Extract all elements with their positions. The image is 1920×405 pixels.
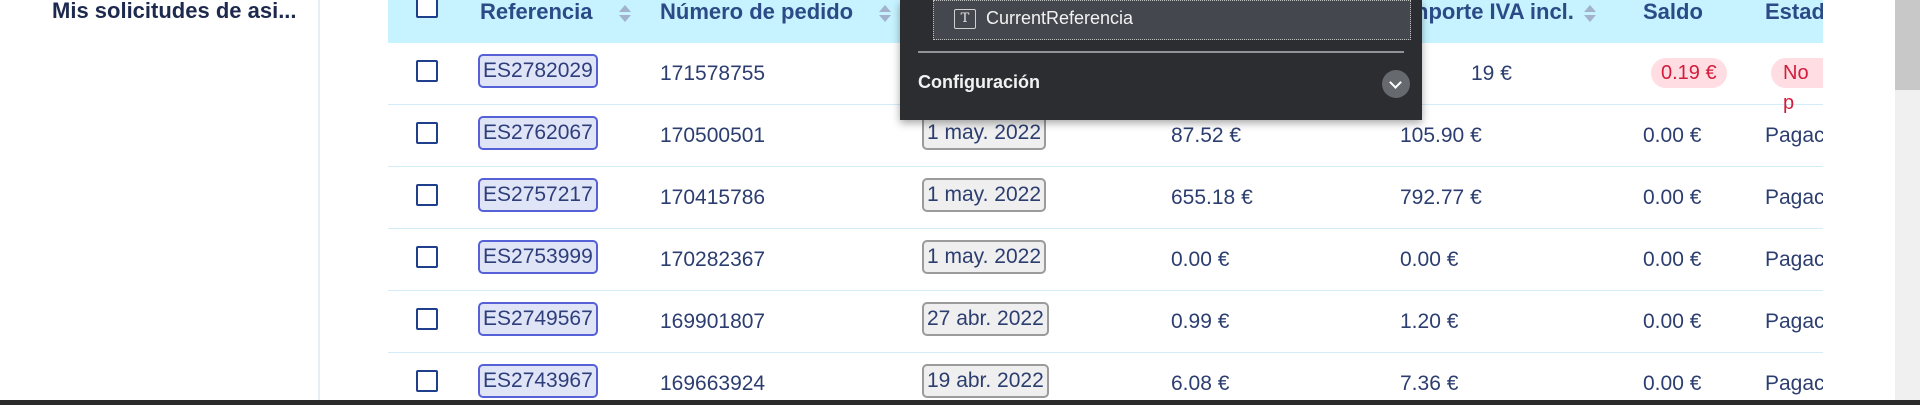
scrollbar-thumb[interactable] — [1895, 0, 1920, 90]
bottom-edge — [0, 400, 1920, 405]
date-chip: 27 abr. 2022 — [922, 302, 1049, 336]
my-requests-link[interactable]: Mis solicitudes de asi... — [52, 0, 297, 24]
header-status[interactable]: Estad — [1765, 0, 1823, 43]
amount-vat: 0.00 € — [1400, 248, 1459, 271]
reference-link[interactable]: ES2743967 — [478, 364, 598, 398]
table-row[interactable]: ES2757217 170415786 1 may. 2022 655.18 €… — [388, 167, 1823, 229]
date-chip: 1 may. 2022 — [922, 116, 1047, 150]
order-number: 170415786 — [660, 186, 766, 209]
order-number: 169663924 — [660, 372, 766, 395]
table-row[interactable]: ES2743967 169663924 19 abr. 2022 6.08 € … — [388, 353, 1823, 400]
amount-vat: 1.20 € — [1400, 310, 1459, 333]
status-badge: No p — [1771, 58, 1823, 114]
balance: 0.00 € — [1643, 248, 1702, 271]
row-checkbox[interactable] — [416, 184, 438, 206]
date-chip: 1 may. 2022 — [922, 240, 1047, 274]
header-balance[interactable]: Saldo — [1643, 0, 1703, 43]
order-number: 170282367 — [660, 248, 766, 271]
amount: 655.18 € — [1171, 186, 1253, 209]
status-text: Pagac — [1765, 248, 1823, 271]
table-row[interactable]: ES2753999 170282367 1 may. 2022 0.00 € 0… — [388, 229, 1823, 291]
right-rail — [1823, 0, 1895, 400]
amount: 6.08 € — [1171, 372, 1230, 395]
left-panel: Mis solicitudes de asi... — [0, 0, 320, 400]
balance: 0.00 € — [1643, 372, 1702, 395]
chevron-down-icon[interactable] — [1382, 70, 1410, 98]
date-chip: 1 may. 2022 — [922, 178, 1047, 212]
gutter — [322, 0, 388, 400]
current-reference-field[interactable]: T CurrentReferencia — [933, 0, 1411, 40]
reference-link[interactable]: ES2757217 — [478, 178, 598, 212]
balance: 0.00 € — [1643, 186, 1702, 209]
status-text: Pagac — [1765, 372, 1823, 395]
balance-badge: 0.19 € — [1651, 58, 1727, 88]
balance: 0.00 € — [1643, 124, 1702, 147]
header-order-number[interactable]: Número de pedido — [660, 0, 892, 43]
row-checkbox[interactable] — [416, 246, 438, 268]
select-all-checkbox[interactable] — [416, 0, 438, 18]
header-reference[interactable]: Referencia — [480, 0, 631, 43]
field-popup: T CurrentReferencia Configuración — [900, 0, 1422, 120]
amount-vat: 7.36 € — [1400, 372, 1459, 395]
row-checkbox[interactable] — [416, 370, 438, 392]
reference-link[interactable]: ES2782029 — [478, 54, 598, 88]
sort-icon[interactable] — [618, 3, 631, 23]
text-field-icon: T — [954, 9, 976, 29]
amount: 0.99 € — [1171, 310, 1230, 333]
sort-icon[interactable] — [1583, 3, 1596, 23]
row-checkbox[interactable] — [416, 60, 438, 82]
field-label: CurrentReferencia — [986, 8, 1134, 28]
balance: 0.00 € — [1643, 310, 1702, 333]
reference-link[interactable]: ES2749567 — [478, 302, 598, 336]
sort-icon[interactable] — [879, 3, 892, 23]
row-checkbox[interactable] — [416, 308, 438, 330]
status-text: Pagac — [1765, 124, 1823, 147]
order-number: 169901807 — [660, 310, 766, 333]
config-label: Configuración — [918, 72, 1040, 92]
header-amount-vat[interactable]: nporte IVA incl. — [1415, 0, 1596, 43]
popup-divider — [918, 51, 1404, 53]
date-chip: 19 abr. 2022 — [922, 364, 1049, 398]
status-text: Pagac — [1765, 186, 1823, 209]
status-text: Pagac — [1765, 310, 1823, 333]
amount-vat: 792.77 € — [1400, 186, 1482, 209]
order-number: 170500501 — [660, 124, 766, 147]
amount: 0.00 € — [1171, 248, 1230, 271]
reference-link[interactable]: ES2762067 — [478, 116, 598, 150]
order-number: 171578755 — [660, 62, 766, 85]
row-checkbox[interactable] — [416, 122, 438, 144]
amount-vat: 19 € — [1471, 62, 1512, 85]
table-row[interactable]: ES2749567 169901807 27 abr. 2022 0.99 € … — [388, 291, 1823, 353]
reference-link[interactable]: ES2753999 — [478, 240, 598, 274]
